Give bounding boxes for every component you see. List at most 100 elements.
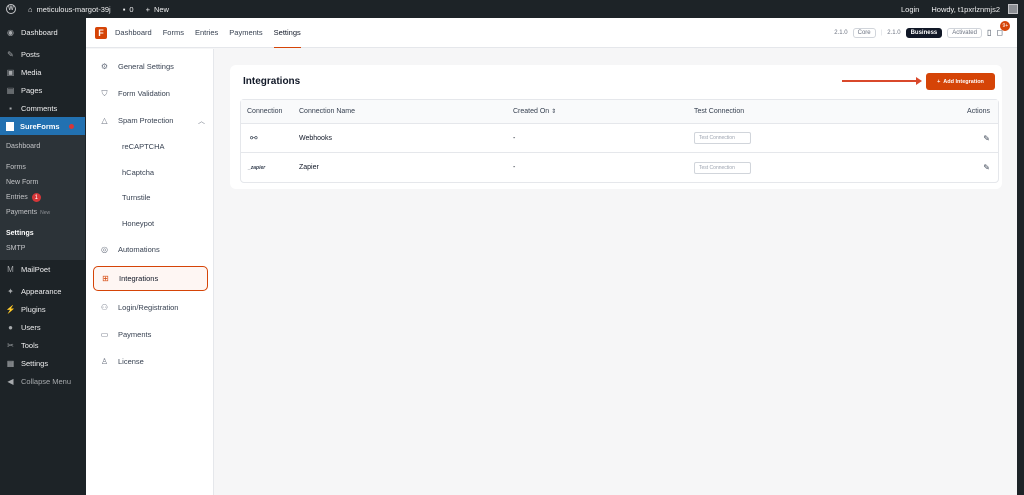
comments-count: 0 [129,4,134,14]
edit-icon[interactable]: ✎ [983,134,990,143]
connection-name: Zapier [299,164,319,171]
settings-spam-protection[interactable]: △ Spam Protection ︿ [86,107,213,134]
sureforms-icon [6,121,14,131]
menu-posts[interactable]: ✎ Posts [0,45,85,63]
menu-pages[interactable]: ▤ Pages [0,81,85,99]
edit-icon[interactable]: ✎ [983,163,990,172]
plugin-icon: ⚡ [5,304,16,314]
comment-icon: ▪ [122,4,126,14]
annotation-arrow [842,77,922,85]
settings-turnstile[interactable]: Turnstile [86,185,213,211]
integrations-table: Connection Connection Name Created On ⇕ T… [240,99,999,183]
comments-link[interactable]: ▪ 0 [117,0,140,18]
site-name-link[interactable]: ⌂ meticulous-margot-39j [22,0,117,18]
new-content-link[interactable]: + New [140,0,175,18]
connection-name: Webhooks [299,134,332,142]
created-on: - [513,164,516,171]
settings-hcaptcha[interactable]: hCaptcha [86,160,213,186]
menu-label: Users [21,322,41,332]
notifications-icon[interactable]: ◻ 9+ [996,21,1011,37]
settings-item-label: Automations [118,245,160,254]
notification-count: 9+ [1000,21,1011,31]
menu-dashboard[interactable]: ◉ Dashboard [0,23,85,41]
button-label: Add Integration [943,78,984,85]
col-created-on[interactable]: Created On ⇕ [507,108,688,115]
window-edge [1017,18,1024,495]
docs-book-icon[interactable]: ▯ [987,28,991,37]
nav-forms[interactable]: Forms [163,18,184,48]
admin-bar: W ⌂ meticulous-margot-39j ▪ 0 + New Login H… [0,0,1024,18]
menu-label: Plugins [21,304,46,314]
menu-label: Appearance [21,286,62,296]
settings-honeypot[interactable]: Honeypot [86,211,213,237]
collapse-menu[interactable]: ◀ Collapse Menu [0,372,85,390]
submenu-settings[interactable]: Settings [0,226,85,241]
wp-admin-menu: ◉ Dashboard ✎ Posts ▣ Media ▤ Pages ▪ Comment… [0,18,85,495]
pin-icon: ✎ [7,49,14,59]
submenu-label: Forms [6,164,26,171]
submenu-smtp[interactable]: SMTP [0,241,85,256]
activated-badge: Activated [947,27,982,38]
menu-mailpoet[interactable]: M MailPoet [0,260,85,278]
submenu-label: Payments [6,209,38,216]
account-menu[interactable]: Howdy, t1pxrlznmjs2 [925,0,1024,18]
menu-comments[interactable]: ▪ Comments [0,99,85,117]
menu-media[interactable]: ▣ Media [0,63,85,81]
submenu-entries[interactable]: Entries 1 [0,190,85,205]
menu-users[interactable]: ● Users [0,318,85,336]
main-content: F Dashboard Forms Entries Payments Setti… [86,18,1017,495]
test-connection-button[interactable]: Test Connection [694,132,751,144]
webhook-icon: ⚯ [250,132,258,143]
menu-settings[interactable]: ▦ Settings [0,354,85,372]
menu-appearance[interactable]: ✦ Appearance [0,282,85,300]
submenu-new-form[interactable]: New Form [0,175,85,190]
nav-dashboard[interactable]: Dashboard [115,18,152,48]
menu-tools[interactable]: ✂ Tools [0,336,85,354]
settings-item-label: Login/Registration [118,303,179,312]
add-integration-button[interactable]: + Add Integration [926,73,995,90]
menu-label: Dashboard [21,27,58,37]
user-plus-icon: ⚇ [100,303,109,312]
table-header: Connection Connection Name Created On ⇕ T… [241,100,998,124]
settings-login-registration[interactable]: ⚇ Login/Registration [86,294,213,321]
settings-recaptcha[interactable]: reCAPTCHA [86,134,213,160]
warning-icon: △ [101,116,108,125]
mailpoet-icon: M [7,264,14,274]
nav-payments[interactable]: Payments [229,18,262,48]
test-connection-button[interactable]: Test Connection [694,161,751,174]
settings-item-label: Form Validation [118,89,170,98]
user-icon: ♙ [100,357,109,366]
settings-license[interactable]: ♙ License [86,348,213,375]
submenu-label: Settings [6,230,34,237]
submenu-payments[interactable]: Payments New [0,205,85,220]
menu-label: Comments [21,103,58,113]
sureforms-logo-icon[interactable]: F [95,26,107,39]
menu-sureforms[interactable]: SureForms [0,117,85,135]
settings-payments[interactable]: ▭ Payments [86,321,213,348]
submenu-forms[interactable]: Forms [0,160,85,175]
integrations-card: Integrations + Add Integration Connection… [230,65,1002,189]
submenu-label: Dashboard [6,143,41,150]
settings-item-label: Payments [118,330,152,339]
nav-settings[interactable]: Settings [273,18,301,48]
new-tag: New [40,209,51,216]
login-link[interactable]: Login [895,0,925,18]
brush-icon: ✦ [7,286,14,296]
submenu-dashboard[interactable]: Dashboard [0,139,85,154]
menu-plugins[interactable]: ⚡ Plugins [0,300,85,318]
users-icon: ● [8,322,13,332]
settings-automations[interactable]: ◎ Automations [86,236,213,263]
nav-entries[interactable]: Entries [195,18,218,48]
menu-label: Posts [21,49,40,59]
table-row: ⚯ Webhooks - Test Connection ✎ [241,124,998,153]
settings-form-validation[interactable]: ⛉ Form Validation [86,80,213,107]
menu-label: Tools [21,340,39,350]
collapse-icon: ◀ [7,376,14,386]
settings-integrations[interactable]: ⊞ Integrations [93,266,208,291]
wp-logo-menu[interactable]: W [0,0,22,18]
business-badge: Business [905,27,943,38]
settings-sidebar: ⚙ General Settings ⛉ Form Validation △ Spam… [86,49,214,495]
submenu-label: Entries [6,194,28,201]
settings-general[interactable]: ⚙ General Settings [86,53,213,80]
col-test-connection: Test Connection [694,108,745,115]
